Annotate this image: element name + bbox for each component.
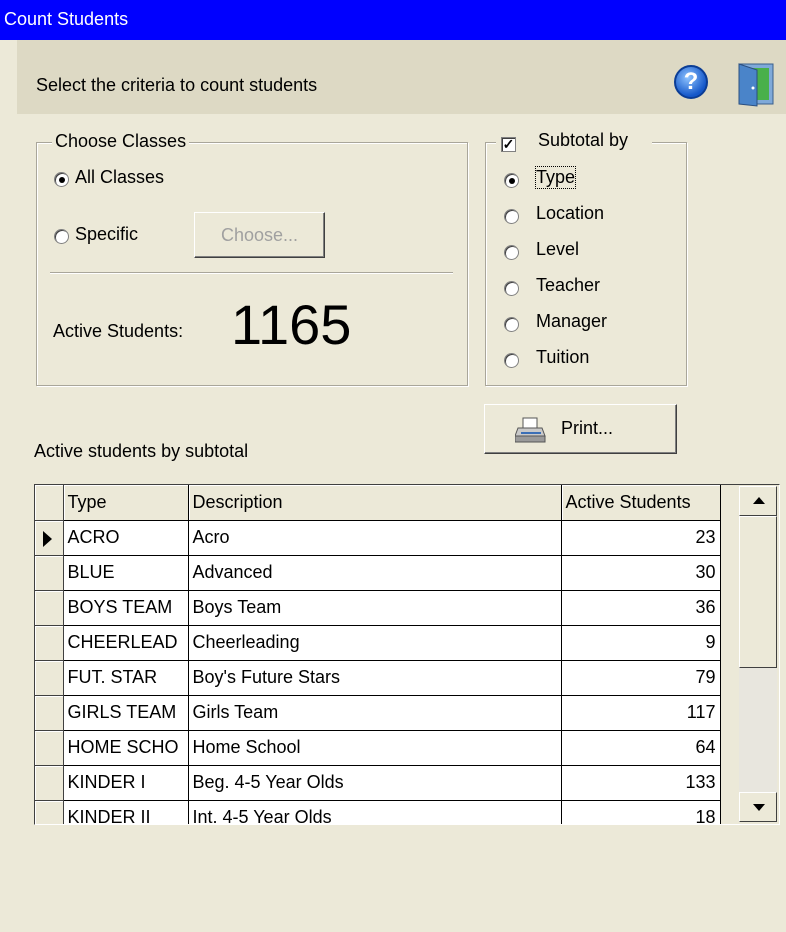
specific-radio[interactable] — [54, 229, 69, 244]
active-students-label: Active Students: — [53, 321, 184, 341]
subtotal-label[interactable]: Subtotal by — [538, 130, 628, 151]
subtotal-option-label[interactable]: Manager — [536, 311, 607, 332]
table-row[interactable]: BOYS TEAM Boys Team 36 — [35, 590, 721, 626]
subtotal-radio-manager[interactable] — [504, 317, 519, 332]
subtotal-option-label[interactable]: Teacher — [536, 275, 600, 296]
print-button[interactable]: Print... — [484, 404, 677, 454]
window-titlebar: Count Students — [0, 0, 786, 40]
grid-header-row: Type Description Active Students — [35, 485, 721, 521]
active-students-cell[interactable]: 64 — [561, 730, 721, 766]
type-cell[interactable]: ACRO — [63, 520, 189, 556]
description-cell[interactable]: Beg. 4-5 Year Olds — [188, 765, 562, 801]
table-row[interactable]: GIRLS TEAM Girls Team 117 — [35, 695, 721, 731]
row-indicator[interactable] — [35, 800, 64, 824]
scroll-thumb[interactable] — [739, 516, 777, 668]
column-header[interactable]: Description — [188, 485, 562, 521]
active-students-cell[interactable]: 23 — [561, 520, 721, 556]
subtotal-option-label[interactable]: Location — [536, 203, 604, 224]
subtotal-option-label[interactable]: Type — [534, 166, 577, 189]
active-students-count: 1165 — [231, 293, 352, 356]
row-indicator[interactable] — [35, 590, 64, 626]
type-cell[interactable]: CHEERLEAD — [63, 625, 189, 661]
table-row[interactable]: CHEERLEAD Cheerleading 9 — [35, 625, 721, 661]
row-indicator[interactable] — [35, 555, 64, 591]
active-students-cell[interactable]: 79 — [561, 660, 721, 696]
description-cell[interactable]: Boy's Future Stars — [188, 660, 562, 696]
subtotal-radio-tuition[interactable] — [504, 353, 519, 368]
printer-icon — [514, 416, 547, 449]
scroll-down-button[interactable] — [739, 792, 777, 822]
specific-label[interactable]: Specific — [75, 224, 138, 245]
down-arrow-icon — [753, 804, 765, 811]
subtotal-option-label[interactable]: Tuition — [536, 347, 589, 368]
subtotal-radio-teacher[interactable] — [504, 281, 519, 296]
students-grid[interactable]: Type Description Active Students ACRO Acro 23… — [34, 484, 780, 825]
description-cell[interactable]: Girls Team — [188, 695, 562, 731]
active-students-cell[interactable]: 36 — [561, 590, 721, 626]
subtotal-radio-type[interactable] — [504, 173, 519, 188]
header-panel: Select the criteria to count students — [17, 40, 786, 114]
description-cell[interactable]: Int. 4-5 Year Olds — [188, 800, 562, 824]
type-cell[interactable]: FUT. STAR — [63, 660, 189, 696]
description-cell[interactable]: Cheerleading — [188, 625, 562, 661]
type-cell[interactable]: HOME SCHO — [63, 730, 189, 766]
active-students-cell[interactable]: 9 — [561, 625, 721, 661]
subtotal-radio-level[interactable] — [504, 245, 519, 260]
all-classes-radio[interactable] — [54, 172, 69, 187]
help-icon[interactable]: ? — [674, 65, 708, 99]
row-indicator[interactable] — [35, 625, 64, 661]
active-students-cell[interactable]: 117 — [561, 695, 721, 731]
type-cell[interactable]: KINDER I — [63, 765, 189, 801]
table-row[interactable]: KINDER I Beg. 4-5 Year Olds 133 — [35, 765, 721, 801]
choose-classes-legend: Choose Classes — [52, 131, 190, 152]
type-cell[interactable]: GIRLS TEAM — [63, 695, 189, 731]
type-cell[interactable]: BOYS TEAM — [63, 590, 189, 626]
row-indicator[interactable] — [35, 520, 64, 556]
column-header[interactable]: Active Students — [561, 485, 721, 521]
grid-caption: Active students by subtotal — [34, 441, 249, 461]
subtotal-radio-location[interactable] — [504, 209, 519, 224]
description-cell[interactable]: Home School — [188, 730, 562, 766]
type-cell[interactable]: KINDER II — [63, 800, 189, 824]
table-row[interactable]: ACRO Acro 23 — [35, 520, 721, 556]
choose-button[interactable]: Choose... — [194, 212, 325, 258]
header-subtitle: Select the criteria to count students — [36, 75, 318, 95]
print-button-label: Print... — [561, 418, 614, 438]
header-indicator-cell — [35, 485, 64, 521]
description-cell[interactable]: Advanced — [188, 555, 562, 591]
active-students-cell[interactable]: 30 — [561, 555, 721, 591]
column-header[interactable]: Type — [63, 485, 189, 521]
subtotal-option-label[interactable]: Level — [536, 239, 579, 260]
grid-scrollbar[interactable] — [739, 486, 777, 822]
table-row[interactable]: FUT. STAR Boy's Future Stars 79 — [35, 660, 721, 696]
table-row[interactable]: KINDER II Int. 4-5 Year Olds 18 — [35, 800, 721, 824]
choose-button-label: Choose... — [220, 225, 299, 245]
active-students-cell[interactable]: 133 — [561, 765, 721, 801]
choose-classes-divider — [50, 272, 453, 274]
scroll-up-button[interactable] — [739, 486, 777, 516]
table-row[interactable]: HOME SCHO Home School 64 — [35, 730, 721, 766]
type-cell[interactable]: BLUE — [63, 555, 189, 591]
row-indicator[interactable] — [35, 660, 64, 696]
row-indicator[interactable] — [35, 695, 64, 731]
window-title: Count Students — [4, 9, 129, 29]
subtotal-checkbox[interactable]: ✓ — [501, 137, 516, 152]
description-cell[interactable]: Acro — [188, 520, 562, 556]
active-students-cell[interactable]: 18 — [561, 800, 721, 824]
row-indicator[interactable] — [35, 730, 64, 766]
all-classes-label[interactable]: All Classes — [75, 167, 164, 188]
exit-door-icon[interactable] — [737, 60, 775, 108]
row-indicator[interactable] — [35, 765, 64, 801]
description-cell[interactable]: Boys Team — [188, 590, 562, 626]
up-arrow-icon — [753, 497, 765, 504]
table-row[interactable]: BLUE Advanced 30 — [35, 555, 721, 591]
current-row-arrow-icon — [43, 530, 52, 547]
